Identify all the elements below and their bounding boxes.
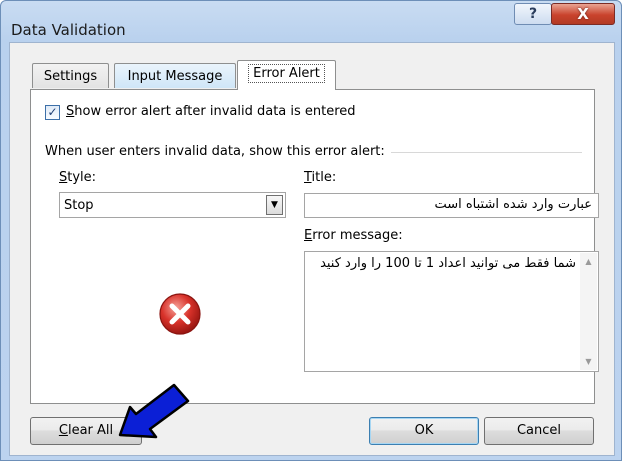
tab-settings[interactable]: Settings [32,63,109,88]
style-selected-value: Stop [64,198,94,213]
stop-icon [159,293,201,335]
cancel-button[interactable]: Cancel [484,417,594,445]
style-dropdown[interactable]: Stop ▼ [59,192,286,218]
title-label: Title: [304,170,337,185]
scroll-down-icon[interactable]: ▼ [580,353,597,370]
error-message-text: شما فقط می توانید اعداد 1 تا 100 را وارد… [320,256,576,271]
error-alert-panel: ✓ Show error alert after invalid data is… [30,89,599,404]
tab-input-message[interactable]: Input Message [114,63,236,88]
error-message-textarea[interactable]: شما فقط می توانید اعداد 1 تا 100 را وارد… [304,251,599,372]
close-button[interactable]: X [551,3,615,25]
ok-button[interactable]: OK [369,417,479,445]
show-alert-checkbox[interactable]: ✓ [45,105,60,120]
dialog-title: Data Validation [11,21,126,39]
message-scrollbar[interactable]: ▲ ▼ [580,253,597,370]
dialog-client-area: Settings Input Message Error Alert ✓ Sho… [9,42,615,456]
show-alert-label: Show error alert after invalid data is e… [66,104,356,119]
style-label: Style: [59,170,97,185]
tab-error-alert[interactable]: Error Alert [237,60,336,90]
group-label: When user enters invalid data, show this… [45,144,391,159]
tab-error-alert-label: Error Alert [248,64,325,83]
error-message-label: Error message: [304,228,403,243]
title-bar[interactable]: Data Validation ? X [1,1,621,41]
scroll-up-icon[interactable]: ▲ [580,253,597,270]
help-button[interactable]: ? [514,3,552,25]
title-input[interactable]: عبارت وارد شده اشتباه است [304,193,599,218]
chevron-down-icon[interactable]: ▼ [266,195,283,215]
blue-pointer-arrow-icon [118,383,190,439]
data-validation-dialog: Data Validation ? X Settings Input Messa… [0,0,622,461]
